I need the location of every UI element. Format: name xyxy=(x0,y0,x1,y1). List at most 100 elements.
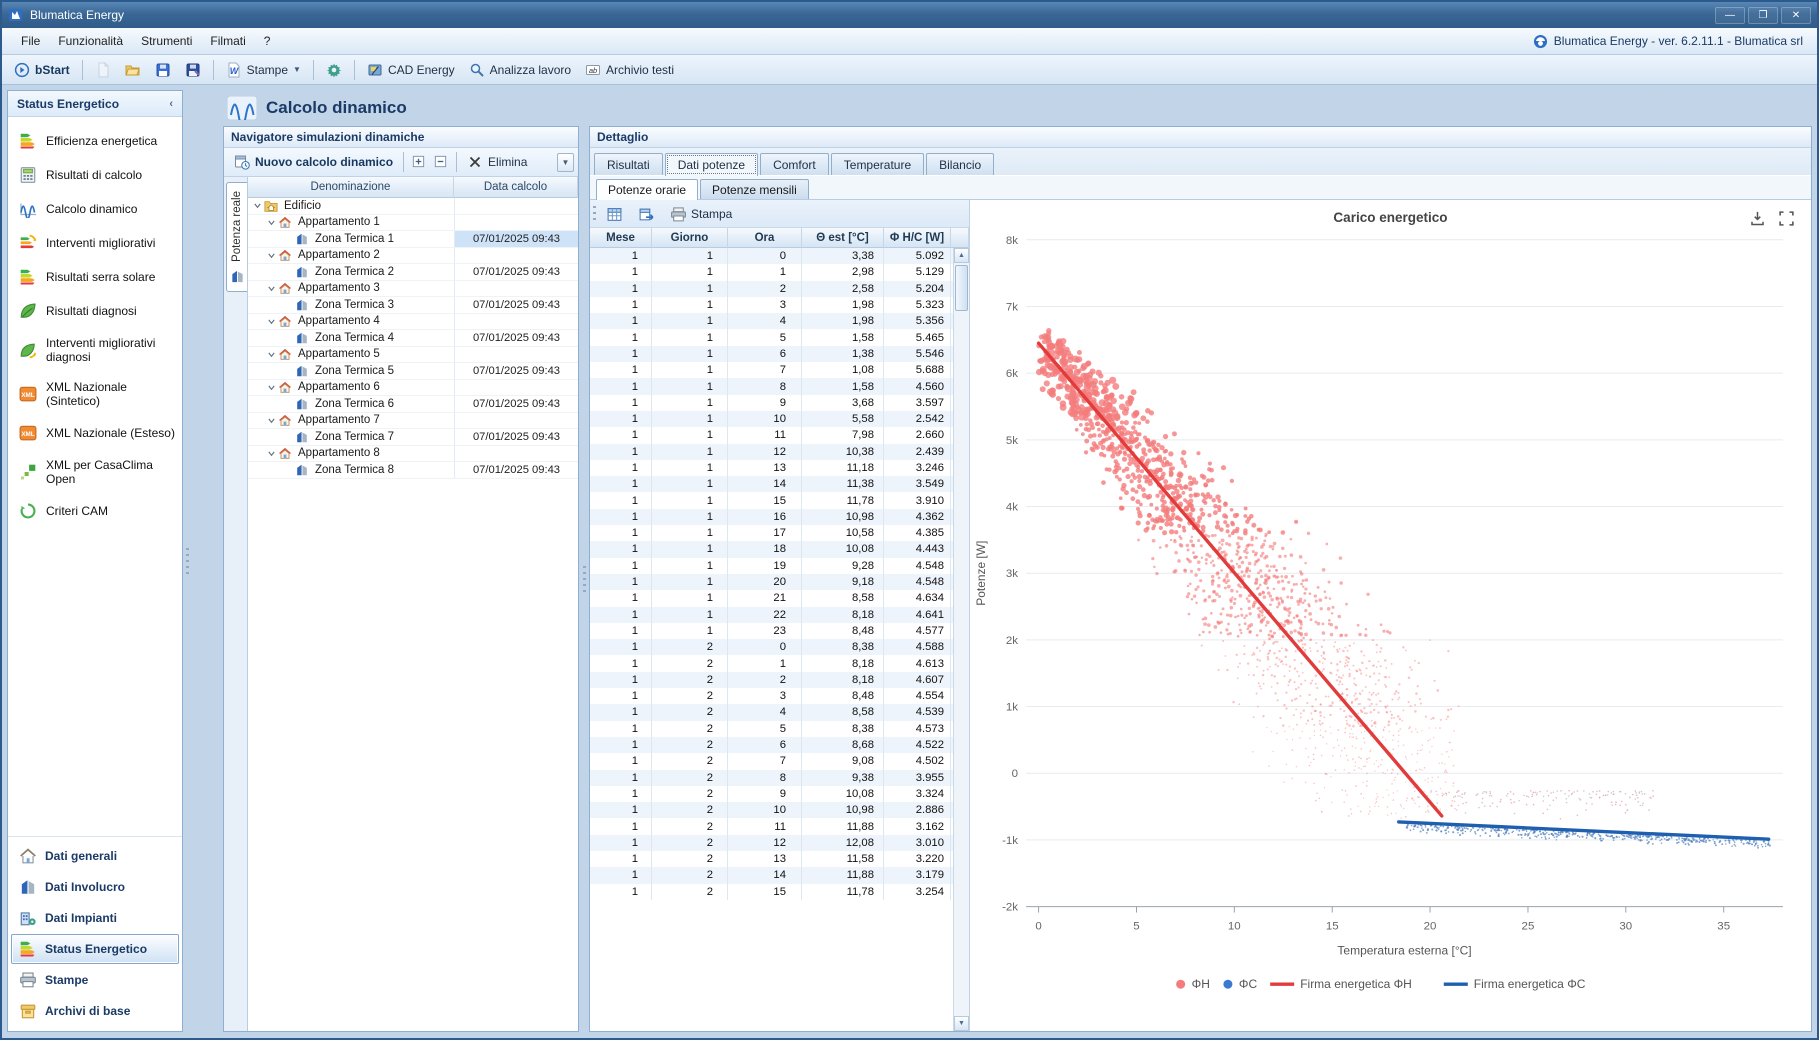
tree-row[interactable]: Zona Termica 407/01/2025 09:43 xyxy=(248,330,578,347)
sidebar-item-risultati-serra-solare[interactable]: Risultati serra solare xyxy=(8,260,182,294)
table-row[interactable]: 1131,985.323 xyxy=(590,297,953,313)
subtab-potenze-orarie[interactable]: Potenze orarie xyxy=(596,179,698,200)
tree-row[interactable]: Zona Termica 507/01/2025 09:43 xyxy=(248,363,578,380)
tab-temperature[interactable]: Temperature xyxy=(831,153,924,175)
table-export-button[interactable] xyxy=(632,203,660,225)
sidebar-section-status-energetico[interactable]: Status Energetico xyxy=(11,934,179,964)
tab-comfort[interactable]: Comfort xyxy=(760,153,829,175)
print-button[interactable]: Stampa xyxy=(664,203,738,225)
download-icon[interactable] xyxy=(1749,210,1766,227)
sidebar-item-xml-per-casaclima-open[interactable]: XML per CasaClima Open xyxy=(8,450,182,494)
chevron-down-icon[interactable] xyxy=(265,383,278,392)
table-row[interactable]: 111411,383.549 xyxy=(590,476,953,492)
tree-row[interactable]: Zona Termica 607/01/2025 09:43 xyxy=(248,396,578,413)
sidebar-item-efficienza-energetica[interactable]: Efficienza energetica xyxy=(8,124,182,158)
sidebar-section-stampe[interactable]: Stampe xyxy=(11,965,179,995)
table-row[interactable]: 1218,184.613 xyxy=(590,655,953,671)
table-row[interactable]: 12910,083.324 xyxy=(590,786,953,802)
tree-row[interactable]: Zona Termica 207/01/2025 09:43 xyxy=(248,264,578,281)
new-calc-button[interactable]: Nuovo calcolo dinamico xyxy=(228,151,399,173)
scrollbar-thumb[interactable] xyxy=(955,265,968,311)
collapse-all-button[interactable] xyxy=(432,153,450,171)
chevron-down-icon[interactable] xyxy=(265,251,278,260)
sidebar-splitter[interactable] xyxy=(183,90,191,1032)
table-row[interactable]: 11238,484.577 xyxy=(590,623,953,639)
table-scrollbar[interactable]: ▲ ▼ xyxy=(953,248,969,1031)
chevron-down-icon[interactable] xyxy=(265,449,278,458)
tree-row[interactable]: Appartamento 4 xyxy=(248,314,578,331)
sidebar-section-dati-impianti[interactable]: Dati Impianti xyxy=(11,903,179,933)
chevron-down-icon[interactable] xyxy=(265,416,278,425)
table-row[interactable]: 121411,883.179 xyxy=(590,867,953,883)
save-button[interactable] xyxy=(149,59,177,81)
subtab-potenze-mensili[interactable]: Potenze mensili xyxy=(700,179,809,199)
sidebar-item-xml-nazionale-sintetico-[interactable]: XMLXML Nazionale (Sintetico) xyxy=(8,372,182,416)
scroll-down-icon[interactable]: ▼ xyxy=(954,1016,969,1031)
tree-row[interactable]: Edificio xyxy=(248,198,578,215)
table-row[interactable]: 111311,183.246 xyxy=(590,460,953,476)
table-row[interactable]: 1258,384.573 xyxy=(590,721,953,737)
bstart-button[interactable]: bStart xyxy=(8,59,76,81)
sidebar-section-dati-generali[interactable]: Dati generali xyxy=(11,841,179,871)
maximize-button[interactable]: ❐ xyxy=(1748,7,1778,24)
menu-item-funzionalit[interactable]: Funzionalità xyxy=(49,30,132,52)
tree-row[interactable]: Appartamento 8 xyxy=(248,446,578,463)
delete-button[interactable]: Elimina xyxy=(461,151,533,173)
tree-row[interactable]: Zona Termica 307/01/2025 09:43 xyxy=(248,297,578,314)
table-row[interactable]: 1193,683.597 xyxy=(590,395,953,411)
menu-item-file[interactable]: File xyxy=(12,30,49,52)
sidebar-item-criteri-cam[interactable]: Criteri CAM xyxy=(8,494,182,528)
tree-row[interactable]: Zona Termica 707/01/2025 09:43 xyxy=(248,429,578,446)
tree-row[interactable]: Appartamento 7 xyxy=(248,413,578,430)
table-row[interactable]: 11117,982.660 xyxy=(590,427,953,443)
tree-row[interactable]: Appartamento 3 xyxy=(248,281,578,298)
expand-all-button[interactable] xyxy=(410,153,428,171)
column-header-denominazione[interactable]: Denominazione xyxy=(248,177,454,198)
table-row[interactable]: 1289,383.955 xyxy=(590,770,953,786)
table-view-button[interactable] xyxy=(600,203,628,225)
table-row[interactable]: 1151,585.465 xyxy=(590,329,953,345)
table-row[interactable]: 11218,584.634 xyxy=(590,590,953,606)
menu-item-?[interactable]: ? xyxy=(255,30,280,52)
table-column-header[interactable]: Θ est [°C] xyxy=(802,228,884,248)
minimize-button[interactable]: — xyxy=(1715,7,1745,24)
table-row[interactable]: 111710,584.385 xyxy=(590,525,953,541)
table-row[interactable]: 121311,583.220 xyxy=(590,851,953,867)
sidebar-item-interventi-migliorativi[interactable]: Interventi migliorativi xyxy=(8,226,182,260)
table-row[interactable]: 121511,783.254 xyxy=(590,884,953,900)
table-row[interactable]: 1208,384.588 xyxy=(590,639,953,655)
sidebar-collapse-icon[interactable]: ‹ xyxy=(169,98,173,110)
table-row[interactable]: 1228,184.607 xyxy=(590,672,953,688)
table-row[interactable]: 1122,585.204 xyxy=(590,281,953,297)
chevron-down-icon[interactable] xyxy=(265,350,278,359)
table-row[interactable]: 121010,982.886 xyxy=(590,802,953,818)
chart-legend[interactable]: ΦHΦCFirma energetica ΦHFirma energetica … xyxy=(1176,977,1586,991)
chevron-down-icon[interactable] xyxy=(265,317,278,326)
sidebar-item-risultati-diagnosi[interactable]: Risultati diagnosi xyxy=(8,294,182,328)
tab-risultati[interactable]: Risultati xyxy=(594,153,663,175)
new-document-button[interactable] xyxy=(89,59,117,81)
sidebar-item-risultati-di-calcolo[interactable]: Risultati di calcolo xyxy=(8,158,182,192)
chevron-down-icon[interactable] xyxy=(265,284,278,293)
table-row[interactable]: 121212,083.010 xyxy=(590,835,953,851)
tab-dati-potenze[interactable]: Dati potenze xyxy=(665,153,758,176)
chevron-down-icon[interactable] xyxy=(251,201,264,210)
table-row[interactable]: 11105,582.542 xyxy=(590,411,953,427)
table-row[interactable]: 1238,484.554 xyxy=(590,688,953,704)
save-all-button[interactable] xyxy=(179,59,207,81)
tree-row[interactable]: Zona Termica 807/01/2025 09:43 xyxy=(248,462,578,479)
tree-row[interactable]: Zona Termica 107/01/2025 09:43 xyxy=(248,231,578,248)
analizza-lavoro-button[interactable]: Analizza lavoro xyxy=(463,59,577,81)
toolbar-grip[interactable] xyxy=(593,206,596,222)
tree-row[interactable]: Appartamento 5 xyxy=(248,347,578,364)
table-row[interactable]: 11209,184.548 xyxy=(590,574,953,590)
table-column-header[interactable]: Mese xyxy=(590,228,652,248)
table-row[interactable]: 111210,382.439 xyxy=(590,444,953,460)
open-button[interactable] xyxy=(119,59,147,81)
close-button[interactable]: ✕ xyxy=(1781,7,1811,24)
archivio-testi-button[interactable]: abArchivio testi xyxy=(579,59,680,81)
sidebar-item-interventi-migliorativi-diagnosi[interactable]: Interventi migliorativi diagnosi xyxy=(8,328,182,372)
sidebar-item-xml-nazionale-esteso-[interactable]: XMLXML Nazionale (Esteso) xyxy=(8,416,182,450)
panel-splitter[interactable] xyxy=(579,126,589,1032)
table-column-header[interactable]: Φ H/C [W] xyxy=(884,228,951,248)
